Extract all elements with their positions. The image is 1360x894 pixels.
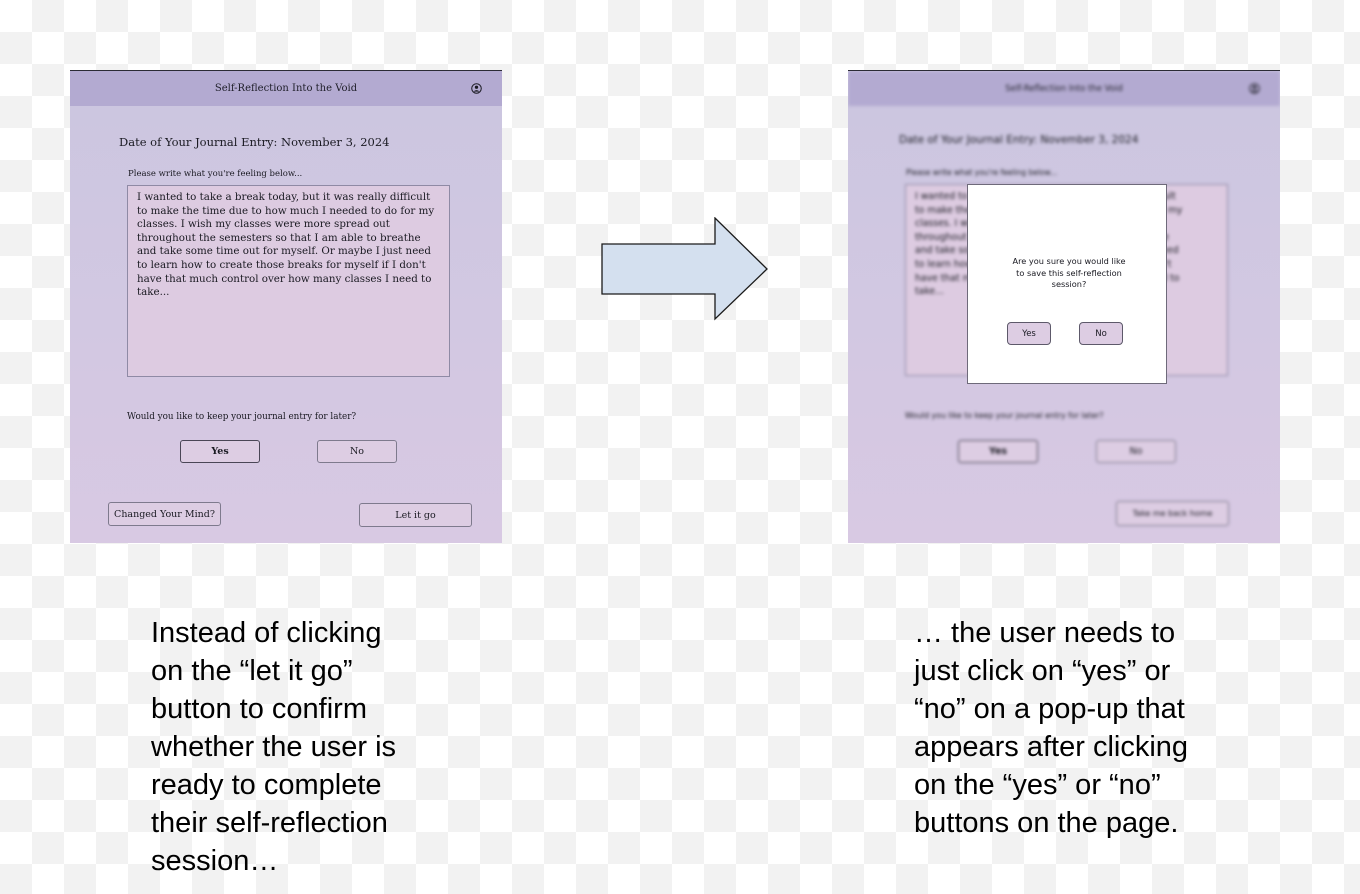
journal-textarea[interactable]: I wanted to take a break today, but it w… (127, 185, 450, 377)
dialog-message-line: to save this self-reflection (1016, 267, 1122, 278)
after-screen: Self-Reflection Into the Void Date of Yo… (848, 70, 1280, 543)
keep-no-button[interactable]: No (1096, 440, 1176, 463)
caption-line: buttons on the page. (914, 807, 1179, 839)
dialog-message-line: session? (1051, 279, 1087, 290)
app-header: Self-Reflection Into the Void (848, 71, 1280, 106)
profile-icon[interactable] (471, 83, 482, 94)
keep-entry-question: Would you like to keep your journal entr… (905, 411, 1104, 420)
right-arrow-icon (601, 217, 768, 321)
journal-line: classes. I wish my classes were more spr… (137, 218, 390, 231)
keep-no-button[interactable]: No (317, 440, 397, 463)
journal-line: throughout the semesters so that I am ab… (137, 231, 421, 244)
let-it-go-button[interactable]: Let it go (359, 503, 472, 527)
confirm-save-dialog: Are you sure you would like to save this… (967, 184, 1167, 384)
back-home-button[interactable]: Take me back home (1116, 501, 1229, 526)
profile-icon[interactable] (1249, 83, 1260, 94)
keep-yes-button[interactable]: Yes (958, 440, 1038, 463)
journal-prompt: Please write what you're feeling below..… (128, 169, 303, 179)
before-screen: Self-Reflection Into the Void Date of Yo… (70, 70, 502, 543)
journal-line: have that much control over how many cla… (137, 272, 432, 285)
journal-line: and take some time out for myself. Or ma… (137, 245, 431, 258)
changed-mind-button[interactable]: Changed Your Mind? (108, 502, 221, 526)
caption-line: just click on “yes” or (914, 655, 1171, 687)
app-header: Self-Reflection Into the Void (70, 71, 502, 106)
dialog-no-button[interactable]: No (1079, 322, 1123, 345)
journal-date: Date of Your Journal Entry: November 3, … (119, 135, 390, 149)
caption-line: Instead of clicking (151, 617, 382, 649)
caption-left: Instead of clicking on the “let it go” b… (151, 614, 451, 880)
journal-prompt: Please write what you're feeling below..… (906, 168, 1058, 177)
caption-line: their self-reflection (151, 807, 388, 839)
journal-line: take... (137, 286, 170, 299)
caption-line: button to confirm (151, 693, 367, 725)
app-title: Self-Reflection Into the Void (1005, 83, 1123, 94)
journal-line: to make the time due to how much I neede… (137, 204, 435, 217)
keep-entry-question: Would you like to keep your journal entr… (127, 412, 357, 422)
dialog-message: Are you sure you would like to save this… (996, 256, 1142, 291)
dialog-message-line: Are you sure you would like (1012, 256, 1126, 266)
keep-yes-button[interactable]: Yes (180, 440, 260, 463)
journal-line: to learn how to create those breaks for … (137, 258, 426, 271)
caption-right: … the user needs to just click on “yes” … (914, 614, 1234, 842)
caption-line: “no” on a pop-up that (914, 693, 1185, 725)
caption-line: whether the user is (151, 731, 397, 763)
caption-line: appears after clicking (914, 731, 1189, 763)
dialog-yes-button[interactable]: Yes (1007, 322, 1051, 345)
app-title: Self-Reflection Into the Void (214, 83, 358, 94)
caption-line: … the user needs to (914, 617, 1176, 649)
journal-date: Date of Your Journal Entry: November 3, … (899, 134, 1139, 146)
journal-line: I wanted to take a break today, but it w… (137, 191, 431, 203)
caption-line: session… (151, 845, 279, 877)
caption-line: ready to complete (151, 769, 382, 801)
caption-line: on the “yes” or “no” (914, 769, 1161, 801)
caption-line: on the “let it go” (151, 655, 353, 687)
